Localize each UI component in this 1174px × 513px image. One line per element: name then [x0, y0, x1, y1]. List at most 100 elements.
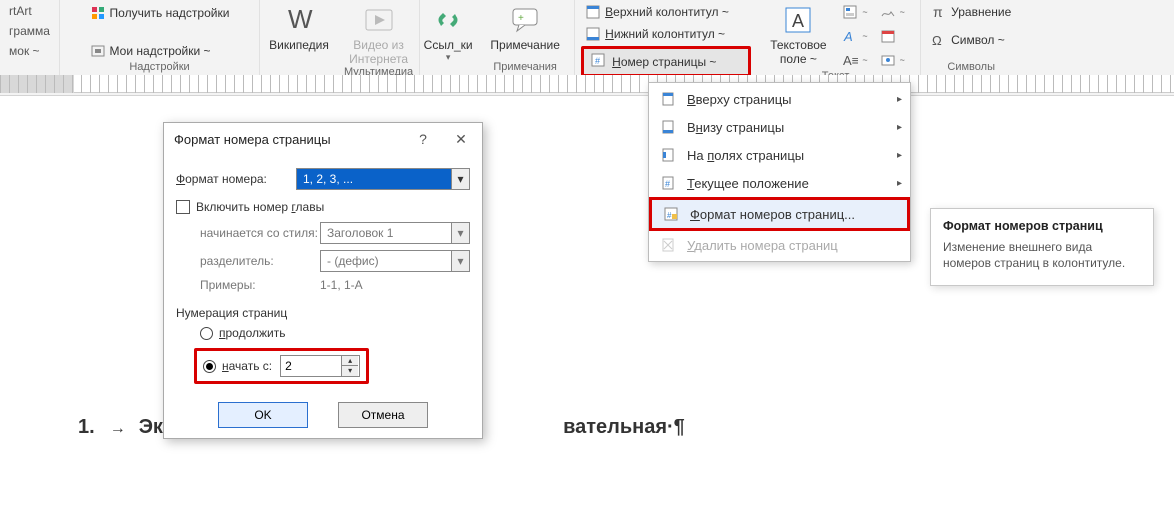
include-chapter-checkbox[interactable]: Включить номер главы	[176, 200, 470, 214]
symbol-icon: Ω	[931, 32, 947, 48]
wikipedia-icon: W	[283, 4, 315, 36]
comment-btn[interactable]: + Примечание	[482, 2, 568, 52]
header-btn[interactable]: ВВерхний колонтитул ~ерхний колонтитул ~	[581, 2, 751, 22]
symbol-btn[interactable]: Ω Символ ~	[927, 30, 1015, 50]
dialog-titlebar[interactable]: Формат номера страницы ? ✕	[164, 123, 482, 156]
dropcap-btn[interactable]: A≡~	[838, 50, 871, 70]
signature-btn[interactable]: ~	[876, 2, 909, 22]
link-icon	[432, 4, 464, 36]
svg-text:+: +	[518, 13, 524, 24]
page-top-icon	[659, 90, 677, 108]
remove-pn-icon	[659, 236, 677, 254]
continue-radio[interactable]: продолжить	[200, 326, 470, 340]
datetime-btn[interactable]	[876, 26, 909, 46]
menu-page-margins[interactable]: На полях страницы ▸	[649, 141, 910, 169]
list-number: 1.	[78, 416, 95, 438]
start-at-input[interactable]	[281, 356, 341, 376]
get-addins-btn[interactable]: Получить надстройки	[86, 3, 234, 23]
dialog-title: Формат номера страницы	[174, 132, 331, 147]
chevron-down-icon[interactable]: ▾	[451, 169, 469, 189]
header-icon	[585, 4, 601, 20]
tab-arrow: →	[110, 420, 126, 437]
cancel-button[interactable]: Отмена	[338, 402, 428, 428]
store-icon	[90, 5, 106, 21]
separator-label: разделитель:	[200, 254, 320, 268]
menu-current-position[interactable]: # Текущее положение ▸	[649, 169, 910, 197]
svg-text:A: A	[843, 29, 853, 44]
chevron-right-icon: ▸	[897, 122, 902, 133]
help-button[interactable]: ?	[412, 131, 434, 148]
screenshot-btn-partial[interactable]: мок ~	[5, 42, 54, 60]
chevron-right-icon: ▸	[897, 94, 902, 105]
svg-text:W: W	[288, 4, 313, 34]
start-at-spinner[interactable]: ▴ ▾	[280, 355, 360, 377]
menu-format-page-numbers[interactable]: # Формат номеров страниц...	[649, 197, 910, 231]
examples-value: 1-1, 1-A	[320, 278, 363, 292]
chevron-down-icon: ▾	[451, 223, 469, 243]
chevron-down-icon: ▾	[451, 251, 469, 271]
group-symbols: π Уравнение Ω Символ ~ Символы	[921, 0, 1021, 75]
equation-icon: π	[931, 4, 947, 20]
quickparts-icon	[842, 4, 858, 20]
spinner-up[interactable]: ▴	[342, 356, 358, 366]
start-at-radio[interactable]	[203, 360, 216, 373]
radio-icon	[200, 327, 213, 340]
page-bottom-icon	[659, 118, 677, 136]
number-format-combo[interactable]: 1, 2, 3, ... ▾	[296, 168, 470, 190]
object-icon	[880, 52, 896, 68]
group-links: Ссыл_ки ▾	[420, 0, 476, 75]
wordart-btn[interactable]: A~	[838, 26, 871, 46]
group-wikipedia: W Википедия	[260, 0, 338, 75]
svg-text:#: #	[595, 56, 600, 66]
tooltip-body: Изменение внешнего вида номеров страниц …	[943, 239, 1141, 271]
menu-bottom-of-page[interactable]: Внизу страницы ▸	[649, 113, 910, 141]
chevron-right-icon: ▸	[897, 178, 902, 189]
chevron-down-icon: ▾	[446, 52, 451, 63]
comment-icon: +	[509, 4, 541, 36]
footer-btn[interactable]: Нижний колонтитул ~	[581, 24, 751, 44]
ruler[interactable]	[0, 75, 1174, 93]
equation-btn[interactable]: π Уравнение	[927, 2, 1015, 22]
group-label: Примечания	[493, 61, 557, 73]
numbering-section-label: Нумерация страниц	[176, 306, 470, 320]
menu-remove-page-numbers: Удалить номера страниц	[649, 231, 910, 259]
page-margins-icon	[659, 146, 677, 164]
group-label: Символы	[947, 61, 995, 73]
chapter-style-combo: Заголовок 1 ▾	[320, 222, 470, 244]
page-number-format-dialog: Формат номера страницы ? ✕ Формат номера…	[163, 122, 483, 439]
svg-text:Ω: Ω	[932, 33, 942, 48]
quick-parts-btn[interactable]: ~	[838, 2, 871, 22]
spinner-down[interactable]: ▾	[342, 366, 358, 376]
svg-text:π: π	[933, 4, 943, 20]
tooltip: Формат номеров страниц Изменение внешнег…	[930, 208, 1154, 286]
ok-button[interactable]: OK	[218, 402, 308, 428]
group-multimedia: Видео из Интернета Мультимедиа	[338, 0, 420, 75]
page-number-icon: #	[590, 52, 606, 71]
my-addins-btn[interactable]: Мои надстройки ~	[86, 41, 234, 61]
links-btn[interactable]: Ссыл_ки ▾	[415, 2, 481, 63]
diagram-btn-partial[interactable]: грамма	[5, 22, 54, 40]
format-pn-icon: #	[662, 205, 680, 223]
menu-top-of-page[interactable]: Вверху страницы ▸	[649, 85, 910, 113]
group-label: Надстройки	[129, 61, 189, 73]
wordart-icon: A	[842, 28, 858, 44]
video-icon	[363, 4, 395, 36]
textbox-btn[interactable]: A Текстовое поле ~	[762, 2, 834, 66]
checkbox-icon	[176, 200, 190, 214]
group-illustrations-partial: rtArt грамма мок ~	[0, 0, 60, 75]
tooltip-title: Формат номеров страниц	[943, 219, 1141, 233]
signature-icon	[880, 4, 896, 20]
ribbon: rtArt грамма мок ~ Получить надстройки М…	[0, 0, 1174, 96]
smartart-btn-partial[interactable]: rtArt	[5, 2, 54, 20]
online-video-btn[interactable]: Видео из Интернета	[346, 2, 412, 66]
close-button[interactable]: ✕	[450, 131, 472, 148]
group-addins: Получить надстройки Мои надстройки ~ Над…	[60, 0, 260, 75]
separator-combo: - (дефис) ▾	[320, 250, 470, 272]
number-format-label: Формат номера:	[176, 172, 296, 186]
svg-text:#: #	[667, 211, 672, 220]
wikipedia-btn[interactable]: W Википедия	[266, 2, 332, 52]
starts-with-style-label: начинается со стиля:	[200, 226, 320, 240]
dropcap-icon: A≡	[842, 52, 858, 68]
object-btn[interactable]: ~	[876, 50, 909, 70]
footer-icon	[585, 26, 601, 42]
